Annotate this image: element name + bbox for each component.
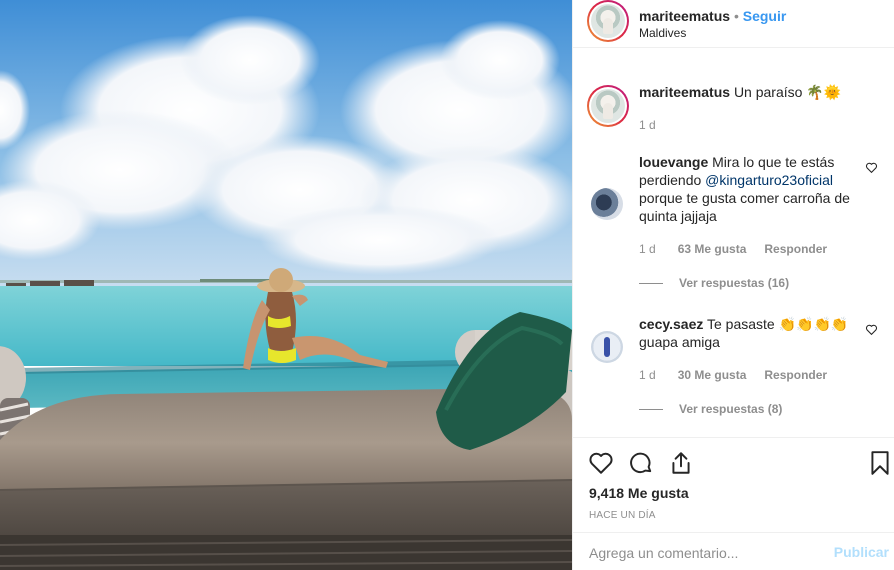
- caption-username[interactable]: mariteematus: [639, 84, 730, 100]
- post-details-panel: mariteematus • Seguir Maldives mariteema…: [572, 0, 894, 570]
- add-comment-section: Publicar: [573, 532, 894, 570]
- avatar[interactable]: [587, 0, 629, 42]
- separator-dot: •: [733, 8, 739, 24]
- publish-button[interactable]: Publicar: [834, 544, 889, 560]
- comment-time[interactable]: 1 d: [639, 368, 656, 382]
- caption-text: mariteematus Un paraíso 🌴🌞: [639, 83, 859, 101]
- reply-button[interactable]: Responder: [764, 242, 827, 256]
- bookmark-icon[interactable]: [867, 450, 893, 476]
- post-header: mariteematus • Seguir Maldives: [573, 0, 894, 48]
- follow-button[interactable]: Seguir: [743, 8, 787, 24]
- comment-likes[interactable]: 30 Me gusta: [678, 368, 747, 382]
- comment-text: Te pasaste: [707, 316, 775, 332]
- comment-time[interactable]: 1 d: [639, 242, 656, 256]
- view-replies-label: Ver respuestas (16): [679, 276, 790, 290]
- header-username[interactable]: mariteematus: [639, 8, 730, 24]
- comment-louevange: louevange Mira lo que te estás perdiendo…: [639, 153, 859, 225]
- comment-cecy: cecy.saez Te pasaste 👏👏👏👏 guapa amiga: [639, 315, 859, 351]
- comment-username[interactable]: louevange: [639, 154, 708, 170]
- comment-meta: 1 d 63 Me gusta Responder: [639, 242, 845, 256]
- comment-emojis: 👏👏👏👏: [778, 316, 849, 332]
- view-replies-button[interactable]: Ver respuestas (8): [639, 402, 782, 416]
- heart-icon[interactable]: [588, 450, 614, 476]
- caption-meta: 1 d: [639, 118, 674, 132]
- likes-count[interactable]: 9,418 Me gusta: [589, 485, 689, 501]
- mention-link[interactable]: @kingarturo23oficial: [705, 172, 833, 188]
- comment-username[interactable]: cecy.saez: [639, 316, 703, 332]
- header-user-line: mariteematus • Seguir: [639, 8, 786, 24]
- like-comment-heart-icon[interactable]: [865, 161, 878, 174]
- caption-avatar[interactable]: [587, 85, 629, 127]
- view-replies-label: Ver respuestas (8): [679, 402, 783, 416]
- comment-icon[interactable]: [628, 450, 654, 476]
- maldives-pool-photo: [0, 0, 572, 570]
- location-link[interactable]: Maldives: [639, 26, 686, 40]
- commenter-avatar-louevange[interactable]: [591, 188, 623, 220]
- comment-likes[interactable]: 63 Me gusta: [678, 242, 747, 256]
- comment-input[interactable]: [589, 543, 809, 563]
- commenter-avatar-cecy[interactable]: [591, 331, 623, 363]
- caption-body: Un paraíso: [733, 84, 803, 100]
- post-photo[interactable]: [0, 0, 572, 570]
- caption-time[interactable]: 1 d: [639, 118, 656, 132]
- like-comment-heart-icon[interactable]: [865, 323, 878, 336]
- reply-button[interactable]: Responder: [764, 368, 827, 382]
- action-bar: 9,418 Me gusta HACE UN DÍA Publicar: [573, 437, 894, 570]
- caption-emojis: 🌴🌞: [806, 84, 842, 100]
- view-replies-button[interactable]: Ver respuestas (16): [639, 276, 789, 290]
- instagram-post: mariteematus • Seguir Maldives mariteema…: [0, 0, 894, 570]
- comment-meta: 1 d 30 Me gusta Responder: [639, 368, 845, 382]
- replies-line: [639, 408, 663, 410]
- share-icon[interactable]: [668, 450, 694, 476]
- replies-line: [639, 282, 663, 284]
- comment-text-cont: porque te gusta comer carroña de quinta …: [639, 190, 850, 224]
- post-timestamp[interactable]: HACE UN DÍA: [589, 510, 656, 521]
- comment-text-cont: guapa amiga: [639, 334, 720, 350]
